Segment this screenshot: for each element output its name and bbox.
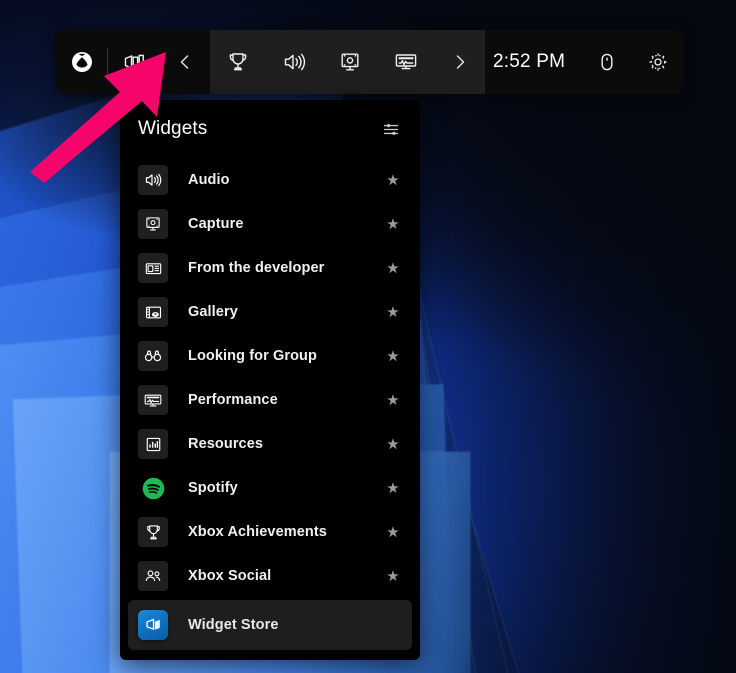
speaker-icon <box>145 173 161 187</box>
widgets-button[interactable] <box>108 30 159 94</box>
list-item[interactable]: Performance ★ <box>120 378 416 422</box>
list-item-label: Looking for Group <box>188 348 317 364</box>
screen: 2:52 PM Widgets Audio ★ Capture ★ From t… <box>0 0 736 673</box>
list-item[interactable]: Resources ★ <box>120 422 416 466</box>
settings-button[interactable] <box>632 30 683 94</box>
list-item-label: Spotify <box>188 480 238 496</box>
widget-store-button[interactable]: Widget Store <box>128 600 412 650</box>
list-item-label: Performance <box>188 392 278 408</box>
widget-icon-tile <box>138 473 168 503</box>
clock: 2:52 PM <box>493 51 566 72</box>
toolbar-middle-segment <box>210 30 485 94</box>
capture-button[interactable] <box>322 30 378 94</box>
pin-star-icon[interactable]: ★ <box>378 215 408 233</box>
widgets-options-button[interactable] <box>378 116 404 142</box>
widget-icon-tile <box>138 561 168 591</box>
widget-icon-tile <box>138 341 168 371</box>
list-item[interactable]: Xbox Social ★ <box>120 554 416 594</box>
audio-button[interactable] <box>266 30 322 94</box>
pin-star-icon[interactable]: ★ <box>378 303 408 321</box>
pin-star-icon[interactable]: ★ <box>378 479 408 497</box>
bar-chart-icon <box>146 437 160 451</box>
list-item-label: Audio <box>188 172 230 188</box>
mouse-button[interactable] <box>581 30 632 94</box>
performance-monitor-icon <box>395 54 417 70</box>
trophy-icon <box>229 53 247 71</box>
pin-star-icon[interactable]: ★ <box>378 259 408 277</box>
list-item-label: From the developer <box>188 260 325 276</box>
xbox-logo-button[interactable] <box>56 30 107 94</box>
film-gallery-icon <box>145 306 161 318</box>
list-item[interactable]: Gallery ★ <box>120 290 416 334</box>
speaker-icon <box>284 53 306 71</box>
list-item-label: Xbox Social <box>188 568 272 584</box>
widget-icon-tile <box>138 209 168 239</box>
next-button[interactable] <box>434 30 485 94</box>
widget-icon-tile <box>138 517 168 547</box>
toolbar-right-segment: 2:52 PM <box>485 30 684 94</box>
widgets-glyph-icon <box>145 618 160 630</box>
widgets-icon <box>124 54 144 70</box>
capture-monitor-icon <box>341 53 359 71</box>
widgets-panel: Widgets Audio ★ Capture ★ From the devel… <box>120 100 420 660</box>
pin-star-icon[interactable]: ★ <box>378 347 408 365</box>
achievements-button[interactable] <box>210 30 266 94</box>
widget-store-section: Widget Store <box>120 594 420 660</box>
pin-star-icon[interactable]: ★ <box>378 567 408 585</box>
chevron-right-icon <box>456 55 464 69</box>
capture-monitor-icon <box>146 217 160 231</box>
widget-icon-tile <box>138 253 168 283</box>
toolbar-left-segment <box>56 30 210 94</box>
page-title: Widgets <box>138 118 208 139</box>
pin-star-icon[interactable]: ★ <box>378 435 408 453</box>
binoculars-icon <box>144 350 162 362</box>
list-item[interactable]: Xbox Achievements ★ <box>120 510 416 554</box>
widget-icon-tile <box>138 429 168 459</box>
people-icon <box>145 570 161 581</box>
xbox-icon <box>71 52 92 72</box>
widget-icon-tile <box>138 297 168 327</box>
spotify-icon <box>142 477 164 499</box>
mouse-icon <box>601 53 613 71</box>
list-item[interactable]: Looking for Group ★ <box>120 334 416 378</box>
list-item[interactable]: From the developer ★ <box>120 246 416 290</box>
list-item[interactable]: Capture ★ <box>120 202 416 246</box>
pin-star-icon[interactable]: ★ <box>378 523 408 541</box>
list-item-label: Xbox Achievements <box>188 524 327 540</box>
previous-button[interactable] <box>159 30 210 94</box>
performance-button[interactable] <box>378 30 434 94</box>
list-item-label: Resources <box>188 436 264 452</box>
widgets-panel-header: Widgets <box>120 100 420 158</box>
widget-icon-tile <box>138 385 168 415</box>
list-item-label: Gallery <box>188 304 238 320</box>
chevron-left-icon <box>180 55 188 69</box>
list-item[interactable]: Spotify ★ <box>120 466 416 510</box>
widget-icon-tile <box>138 165 168 195</box>
widget-store-icon <box>138 610 168 640</box>
gear-icon <box>649 53 667 71</box>
list-item[interactable]: Audio ★ <box>120 158 416 202</box>
game-bar-toolbar: 2:52 PM <box>56 30 684 94</box>
list-item-label: Capture <box>188 216 244 232</box>
sliders-icon <box>383 123 398 135</box>
pin-star-icon[interactable]: ★ <box>378 171 408 189</box>
pin-star-icon[interactable]: ★ <box>378 391 408 409</box>
widgets-list: Audio ★ Capture ★ From the developer ★ G… <box>120 158 420 594</box>
performance-monitor-icon <box>144 394 162 406</box>
trophy-icon <box>146 524 160 539</box>
news-article-icon <box>145 262 161 274</box>
widget-store-label: Widget Store <box>188 617 279 633</box>
